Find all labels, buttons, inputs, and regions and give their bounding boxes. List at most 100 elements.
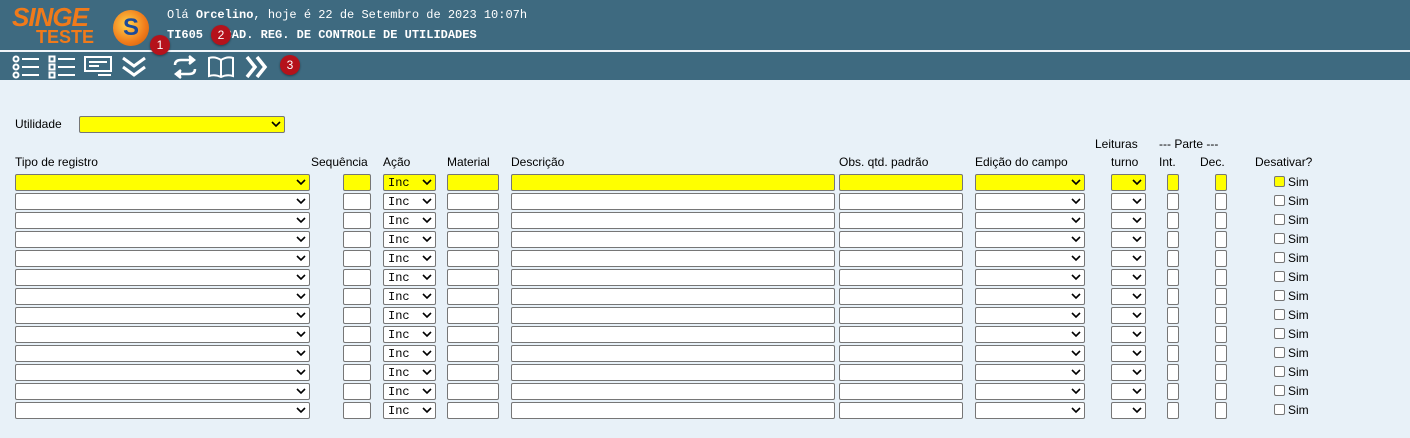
parte-dec-input[interactable] — [1215, 269, 1227, 286]
parte-int-input[interactable] — [1167, 345, 1179, 362]
parte-dec-input[interactable] — [1215, 231, 1227, 248]
card-icon[interactable] — [84, 54, 112, 80]
tipo-registro-select[interactable] — [15, 402, 310, 419]
tipo-registro-select[interactable] — [15, 250, 310, 267]
acao-select[interactable]: Inc — [383, 193, 436, 210]
parte-dec-input[interactable] — [1215, 193, 1227, 210]
material-input[interactable] — [447, 174, 499, 191]
edicao-campo-select[interactable] — [975, 307, 1085, 324]
obs-qtd-padrao-input[interactable] — [839, 402, 963, 419]
parte-dec-input[interactable] — [1215, 383, 1227, 400]
parte-int-input[interactable] — [1167, 250, 1179, 267]
obs-qtd-padrao-input[interactable] — [839, 326, 963, 343]
obs-qtd-padrao-input[interactable] — [839, 269, 963, 286]
leituras-turno-select[interactable] — [1111, 307, 1146, 324]
descricao-input[interactable] — [511, 383, 835, 400]
edicao-campo-select[interactable] — [975, 288, 1085, 305]
sequencia-input[interactable] — [343, 174, 371, 191]
material-input[interactable] — [447, 193, 499, 210]
double-chevron-down-icon[interactable] — [120, 54, 148, 80]
obs-qtd-padrao-input[interactable] — [839, 364, 963, 381]
acao-select[interactable]: Inc — [383, 326, 436, 343]
obs-qtd-padrao-input[interactable] — [839, 174, 963, 191]
sequencia-input[interactable] — [343, 231, 371, 248]
leituras-turno-select[interactable] — [1111, 269, 1146, 286]
sequencia-input[interactable] — [343, 250, 371, 267]
parte-int-input[interactable] — [1167, 269, 1179, 286]
acao-select[interactable]: Inc — [383, 383, 436, 400]
sequencia-input[interactable] — [343, 402, 371, 419]
acao-select[interactable]: Inc — [383, 307, 436, 324]
parte-int-input[interactable] — [1167, 326, 1179, 343]
obs-qtd-padrao-input[interactable] — [839, 212, 963, 229]
leituras-turno-select[interactable] — [1111, 231, 1146, 248]
desativar-checkbox[interactable] — [1274, 328, 1285, 339]
edicao-campo-select[interactable] — [975, 326, 1085, 343]
edicao-campo-select[interactable] — [975, 364, 1085, 381]
tipo-registro-select[interactable] — [15, 174, 310, 191]
parte-dec-input[interactable] — [1215, 288, 1227, 305]
desativar-checkbox[interactable] — [1274, 214, 1285, 225]
sequencia-input[interactable] — [343, 193, 371, 210]
leituras-turno-select[interactable] — [1111, 288, 1146, 305]
acao-select[interactable]: Inc — [383, 231, 436, 248]
book-icon[interactable] — [207, 54, 235, 80]
sequencia-input[interactable] — [343, 307, 371, 324]
leituras-turno-select[interactable] — [1111, 402, 1146, 419]
parte-dec-input[interactable] — [1215, 174, 1227, 191]
tipo-registro-select[interactable] — [15, 383, 310, 400]
edicao-campo-select[interactable] — [975, 174, 1085, 191]
obs-qtd-padrao-input[interactable] — [839, 231, 963, 248]
desativar-checkbox[interactable] — [1274, 309, 1285, 320]
descricao-input[interactable] — [511, 174, 835, 191]
tipo-registro-select[interactable] — [15, 288, 310, 305]
leituras-turno-select[interactable] — [1111, 193, 1146, 210]
sequencia-input[interactable] — [343, 383, 371, 400]
desativar-checkbox[interactable] — [1274, 290, 1285, 301]
obs-qtd-padrao-input[interactable] — [839, 250, 963, 267]
tipo-registro-select[interactable] — [15, 212, 310, 229]
leituras-turno-select[interactable] — [1111, 250, 1146, 267]
descricao-input[interactable] — [511, 326, 835, 343]
parte-dec-input[interactable] — [1215, 212, 1227, 229]
material-input[interactable] — [447, 326, 499, 343]
descricao-input[interactable] — [511, 250, 835, 267]
descricao-input[interactable] — [511, 212, 835, 229]
tipo-registro-select[interactable] — [15, 326, 310, 343]
leituras-turno-select[interactable] — [1111, 212, 1146, 229]
acao-select[interactable]: Inc — [383, 288, 436, 305]
descricao-input[interactable] — [511, 364, 835, 381]
tipo-registro-select[interactable] — [15, 231, 310, 248]
descricao-input[interactable] — [511, 288, 835, 305]
acao-select[interactable]: Inc — [383, 364, 436, 381]
obs-qtd-padrao-input[interactable] — [839, 345, 963, 362]
parte-int-input[interactable] — [1167, 288, 1179, 305]
leituras-turno-select[interactable] — [1111, 364, 1146, 381]
parte-int-input[interactable] — [1167, 383, 1179, 400]
material-input[interactable] — [447, 383, 499, 400]
parte-int-input[interactable] — [1167, 193, 1179, 210]
parte-dec-input[interactable] — [1215, 250, 1227, 267]
edicao-campo-select[interactable] — [975, 383, 1085, 400]
tipo-registro-select[interactable] — [15, 364, 310, 381]
material-input[interactable] — [447, 269, 499, 286]
desativar-checkbox[interactable] — [1274, 347, 1285, 358]
sequencia-input[interactable] — [343, 345, 371, 362]
material-input[interactable] — [447, 364, 499, 381]
parte-int-input[interactable] — [1167, 212, 1179, 229]
parte-dec-input[interactable] — [1215, 402, 1227, 419]
desativar-checkbox[interactable] — [1274, 233, 1285, 244]
tipo-registro-select[interactable] — [15, 193, 310, 210]
material-input[interactable] — [447, 231, 499, 248]
desativar-checkbox[interactable] — [1274, 252, 1285, 263]
sequencia-input[interactable] — [343, 326, 371, 343]
parte-int-input[interactable] — [1167, 307, 1179, 324]
acao-select[interactable]: Inc — [383, 345, 436, 362]
leituras-turno-select[interactable] — [1111, 345, 1146, 362]
acao-select[interactable]: Inc — [383, 250, 436, 267]
edicao-campo-select[interactable] — [975, 269, 1085, 286]
obs-qtd-padrao-input[interactable] — [839, 288, 963, 305]
edicao-campo-select[interactable] — [975, 402, 1085, 419]
parte-int-input[interactable] — [1167, 174, 1179, 191]
material-input[interactable] — [447, 212, 499, 229]
